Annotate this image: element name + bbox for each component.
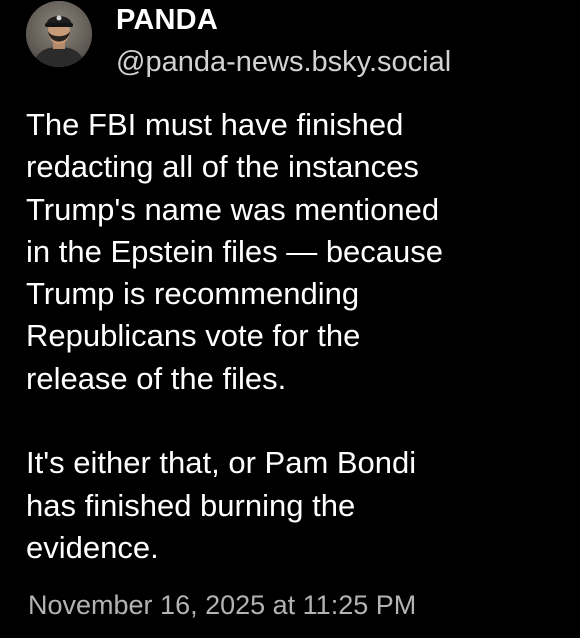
post-text-line: evidence. (26, 529, 159, 565)
post-text-line: Republicans vote for the (26, 318, 361, 354)
post-paragraph-1: The FBI must have finished redacting all… (26, 104, 566, 400)
post-card: PANDA @panda-news.bsky.social The FBI mu… (0, 0, 580, 638)
post-text-line: release of the files. (26, 360, 287, 396)
post-text-line: has finished burning the (26, 487, 356, 523)
post-text-line: The FBI must have finished (26, 107, 404, 142)
post-text: The FBI must have finished redacting all… (26, 104, 566, 569)
post-text-line: It's either that, or Pam Bondi (26, 445, 417, 481)
avatar[interactable] (26, 1, 92, 67)
post-text-line: Trump's name was mentioned (26, 191, 440, 227)
author-handle[interactable]: @panda-news.bsky.social (116, 44, 451, 80)
post-text-line: in the Epstein files — because (26, 233, 444, 269)
post-text-line: Trump is recommending (26, 276, 360, 312)
post-timestamp[interactable]: November 16, 2025 at 11:25 PM (28, 587, 416, 623)
post-text-line: redacting all of the instances (26, 149, 419, 185)
author-display-name[interactable]: PANDA (116, 2, 218, 38)
user-avatar-icon (26, 1, 92, 67)
post-paragraph-2: It's either that, or Pam Bondi has finis… (26, 442, 566, 569)
